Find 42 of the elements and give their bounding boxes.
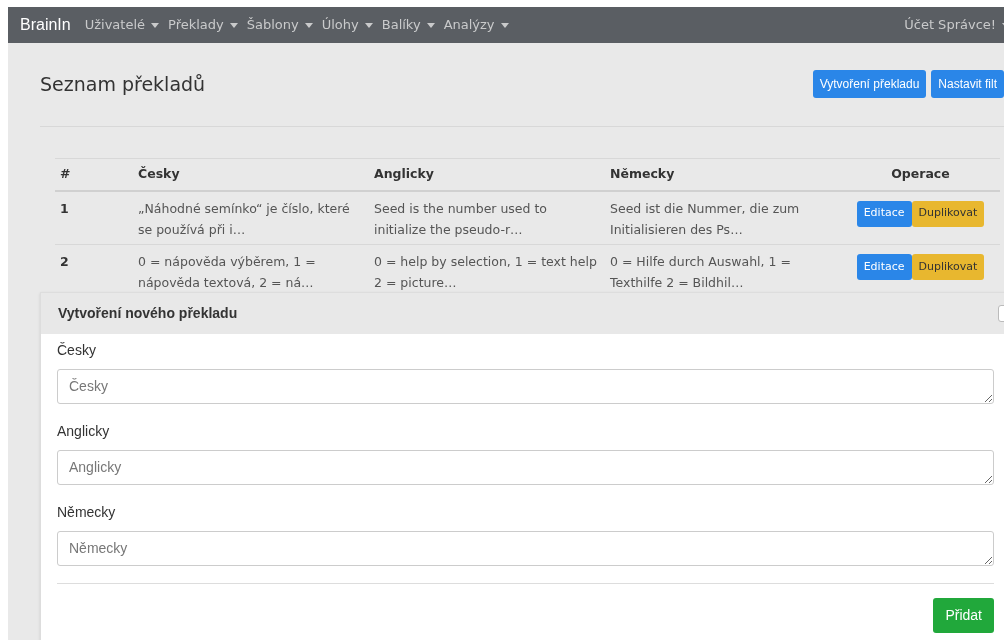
toolbar-button[interactable]: Vytvoření překladu [812,70,927,98]
edit-button[interactable]: Editace [856,254,912,280]
nav-menu[interactable]: Úlohy [321,15,373,35]
column-header: Anglicky [369,158,605,191]
field-label: Německy [57,503,117,522]
toolbar-button[interactable]: Nastavit filt [931,70,1004,98]
field-label: Anglicky [57,422,111,441]
field-label: Česky [57,341,97,360]
add-button[interactable]: Přidat [933,598,994,633]
table-cell: 0 = help by selection, 1 = text help 2 = picture… [369,244,605,299]
table-cell: 2 [55,244,133,299]
input-field[interactable]: Německy [57,531,994,566]
page-title: Seznam překladů [40,71,206,97]
caret-icon [151,22,160,28]
table-cell: 0 = Hilfe durch Auswahl, 1 = Texthilfe 2 = Bildhil… [605,244,841,299]
nav-menu[interactable]: Analýzy [443,15,509,35]
column-header: # [55,158,133,191]
column-header: Operace [841,158,1000,191]
table-cell: Seed is the number used to initialize the pseudo-r… [369,190,605,245]
nav-menu[interactable]: Překlady [168,15,238,35]
duplicate-button[interactable]: Duplikovat [911,200,985,227]
input-field[interactable]: Anglicky [57,450,994,485]
column-header: Česky [133,158,369,191]
table-cell: 0 = nápověda výběrem, 1 = nápověda textová, 2 = ná… [133,244,369,299]
caret-icon [426,22,435,28]
nav-menu[interactable]: Balíky [381,15,435,35]
column-header: Německy [605,158,841,191]
table-cell: 1 [55,190,133,245]
caret-icon [229,22,238,28]
duplicate-button[interactable]: Duplikovat [911,254,985,280]
input-field[interactable]: Česky [57,369,994,404]
brand[interactable]: BrainIn [20,13,71,37]
caret-icon [304,22,313,28]
dialog-title: Vytvoření nového překladu [58,304,238,323]
nav-menu[interactable]: Uživatelé [84,15,160,35]
edit-button[interactable]: Editace [856,200,912,227]
table-cell: „Náhodné semínko“ je číslo, které se používá při i… [133,190,369,245]
caret-icon [364,22,373,28]
caret-icon [500,22,509,28]
nav-menu[interactable]: Šablony [246,15,313,35]
account-menu[interactable]: Účet Správce! [904,15,1004,35]
table-cell: Seed ist die Nummer, die zum Initialisieren des Ps… [605,190,841,245]
